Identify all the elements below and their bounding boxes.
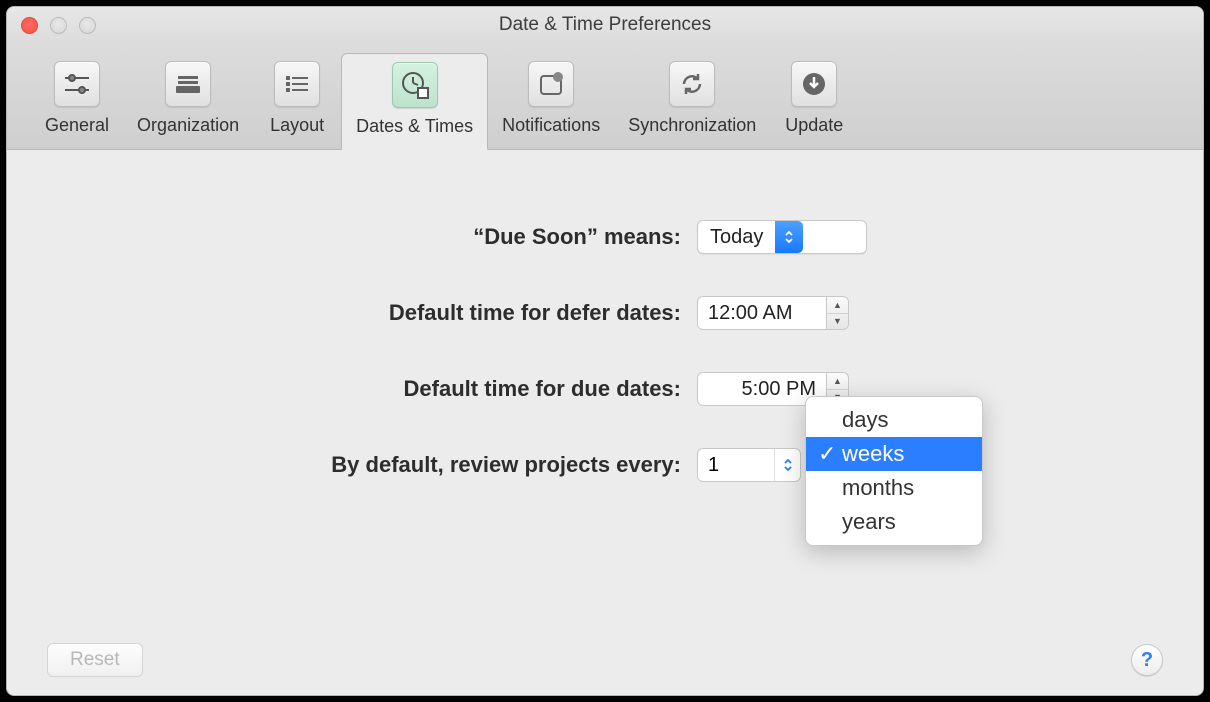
tab-label: Organization [137,115,239,136]
tab-label: Layout [270,115,324,136]
preferences-window: Date & Time Preferences General Organiza… [6,6,1204,696]
window-title: Date & Time Preferences [499,14,711,36]
notify-icon [528,61,574,107]
close-button[interactable] [21,17,38,34]
defer-time-value: 12:00 AM [708,302,793,325]
preferences-toolbar: General Organization Layout Dates & Time… [7,43,1203,150]
clock-icon [392,62,438,108]
dropdown-option-days[interactable]: days [806,403,982,437]
tab-label: Notifications [502,115,600,136]
due-time-label: Default time for due dates: [47,376,697,402]
due-soon-label: “Due Soon” means: [47,224,697,250]
tab-update[interactable]: Update [770,53,858,148]
traffic-lights [21,17,96,34]
review-count-input[interactable]: 1 [697,448,801,482]
reset-button[interactable]: Reset [47,643,143,677]
dropdown-option-months[interactable]: months [806,471,982,505]
tab-synchronization[interactable]: Synchronization [614,53,770,148]
dropdown-option-weeks[interactable]: weeks [806,437,982,471]
list-icon [274,61,320,107]
review-unit-dropdown: days weeks months years [805,396,983,546]
defer-time-label: Default time for defer dates: [47,300,697,326]
zoom-button[interactable] [79,17,96,34]
tab-label: Dates & Times [356,116,473,137]
chevron-down-icon: ▼ [827,314,848,330]
tab-general[interactable]: General [31,53,123,148]
tab-label: General [45,115,109,136]
sync-icon [669,61,715,107]
minimize-button[interactable] [50,17,67,34]
chevron-up-icon: ▲ [827,297,848,314]
stack-icon [165,61,211,107]
tab-label: Update [785,115,843,136]
content-pane: “Due Soon” means: Today Default time for… [7,150,1203,695]
tab-label: Synchronization [628,115,756,136]
due-time-value: 5:00 PM [742,378,816,401]
chevron-up-icon: ▲ [827,373,848,390]
chevron-up-down-icon [775,221,803,253]
tab-notifications[interactable]: Notifications [488,53,614,148]
tab-layout[interactable]: Layout [253,53,341,148]
help-button[interactable]: ? [1131,644,1163,676]
due-soon-select[interactable]: Today [697,220,867,254]
download-icon [791,61,837,107]
sliders-icon [54,61,100,107]
defer-time-stepper[interactable]: ▲ ▼ [827,296,849,330]
due-soon-value: Today [698,226,775,249]
review-count-value: 1 [698,454,774,477]
defer-time-field[interactable]: 12:00 AM [697,296,827,330]
titlebar: Date & Time Preferences [7,7,1203,43]
review-label: By default, review projects every: [47,452,697,478]
dropdown-option-years[interactable]: years [806,505,982,539]
tab-organization[interactable]: Organization [123,53,253,148]
tab-dates-times[interactable]: Dates & Times [341,53,488,150]
chevron-up-down-icon [774,449,800,481]
